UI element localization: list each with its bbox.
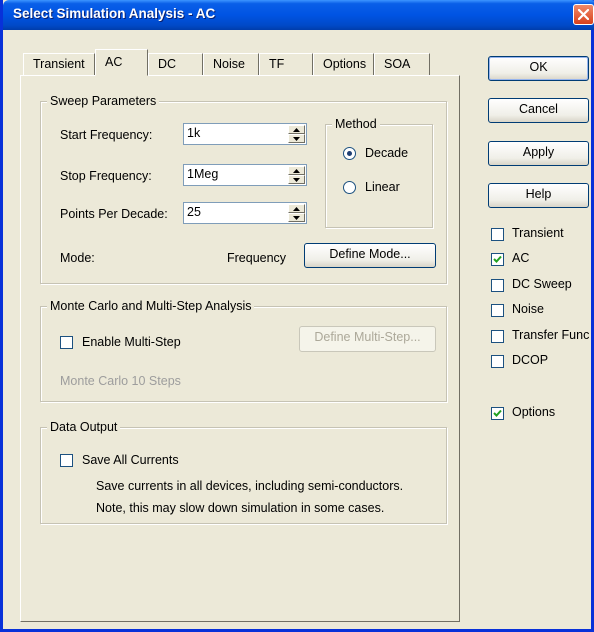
- points-per-decade-spinner[interactable]: [288, 204, 305, 222]
- cancel-button[interactable]: Cancel: [488, 98, 589, 123]
- linear-label: Linear: [365, 180, 400, 194]
- points-per-decade-input[interactable]: 25: [183, 202, 307, 224]
- dcop-check-label: DCOP: [512, 353, 549, 367]
- spin-down-icon[interactable]: [288, 134, 305, 143]
- stop-frequency-input[interactable]: 1Meg: [183, 164, 307, 186]
- mode-label: Mode:: [60, 251, 95, 265]
- start-frequency-input[interactable]: 1k: [183, 123, 307, 145]
- transfer-func-check-label: Transfer Func: [512, 328, 590, 342]
- tab-ac[interactable]: AC: [95, 49, 148, 76]
- transient-checkbox[interactable]: [491, 228, 504, 241]
- help-button[interactable]: Help: [488, 183, 589, 208]
- tab-tf[interactable]: TF: [259, 53, 313, 75]
- enable-multi-step-checkbox[interactable]: [60, 336, 73, 349]
- spin-up-icon[interactable]: [288, 204, 305, 213]
- noise-check-label: Noise: [512, 302, 544, 316]
- dc-sweep-check-label: DC Sweep: [512, 277, 572, 291]
- enable-multi-step-label: Enable Multi-Step: [82, 335, 181, 349]
- close-button[interactable]: [573, 4, 594, 25]
- checkmark-icon: [493, 255, 502, 263]
- tab-options[interactable]: Options: [313, 53, 374, 75]
- save-currents-note-2: Note, this may slow down simulation in s…: [96, 501, 385, 515]
- ac-checkbox[interactable]: [491, 253, 504, 266]
- start-frequency-label: Start Frequency:: [60, 128, 153, 142]
- data-output-title: Data Output: [47, 420, 121, 434]
- method-group: Method: [325, 117, 433, 228]
- points-per-decade-label: Points Per Decade:: [60, 207, 168, 221]
- stop-frequency-label: Stop Frequency:: [60, 169, 152, 183]
- title-bar[interactable]: Select Simulation Analysis - AC: [3, 0, 594, 30]
- options-check-label: Options: [512, 405, 556, 419]
- mode-value: Frequency: [227, 251, 287, 265]
- method-title: Method: [332, 117, 380, 131]
- spin-down-icon[interactable]: [288, 175, 305, 184]
- save-all-currents-label: Save All Currents: [82, 453, 179, 467]
- monte-carlo-title: Monte Carlo and Multi-Step Analysis: [47, 299, 255, 313]
- points-per-decade-value: 25: [187, 205, 201, 219]
- tab-dc[interactable]: DC: [148, 53, 203, 75]
- spin-up-icon[interactable]: [288, 166, 305, 175]
- decade-label: Decade: [365, 146, 409, 160]
- transfer-func-checkbox[interactable]: [491, 330, 504, 343]
- linear-radio[interactable]: [343, 181, 356, 194]
- tab-soa[interactable]: SOA: [374, 53, 430, 75]
- monte-carlo-steps-text: Monte Carlo 10 Steps: [60, 374, 181, 388]
- define-multi-step-button[interactable]: Define Multi-Step...: [299, 326, 436, 352]
- spin-down-icon[interactable]: [288, 213, 305, 222]
- dcop-checkbox[interactable]: [491, 355, 504, 368]
- define-mode-button[interactable]: Define Mode...: [304, 243, 436, 268]
- tab-noise[interactable]: Noise: [203, 53, 259, 75]
- transient-check-label: Transient: [512, 226, 564, 240]
- dialog-window: Select Simulation Analysis - AC Transien…: [0, 0, 594, 632]
- start-frequency-spinner[interactable]: [288, 125, 305, 143]
- ok-button[interactable]: OK: [488, 56, 589, 81]
- start-frequency-value: 1k: [187, 126, 201, 140]
- spin-up-icon[interactable]: [288, 125, 305, 134]
- noise-checkbox[interactable]: [491, 304, 504, 317]
- stop-frequency-value: 1Meg: [187, 167, 219, 181]
- save-all-currents-checkbox[interactable]: [60, 454, 73, 467]
- save-currents-note-1: Save currents in all devices, including …: [96, 479, 404, 493]
- stop-frequency-spinner[interactable]: [288, 166, 305, 184]
- tab-transient[interactable]: Transient: [23, 53, 95, 75]
- checkmark-icon: [493, 409, 502, 417]
- ac-check-label: AC: [512, 251, 530, 265]
- sweep-parameters-title: Sweep Parameters: [47, 94, 160, 108]
- apply-button[interactable]: Apply: [488, 141, 589, 166]
- window-title: Select Simulation Analysis - AC: [13, 6, 216, 21]
- dc-sweep-checkbox[interactable]: [491, 279, 504, 292]
- close-icon: [578, 9, 589, 20]
- decade-radio[interactable]: [343, 147, 356, 160]
- options-checkbox[interactable]: [491, 407, 504, 420]
